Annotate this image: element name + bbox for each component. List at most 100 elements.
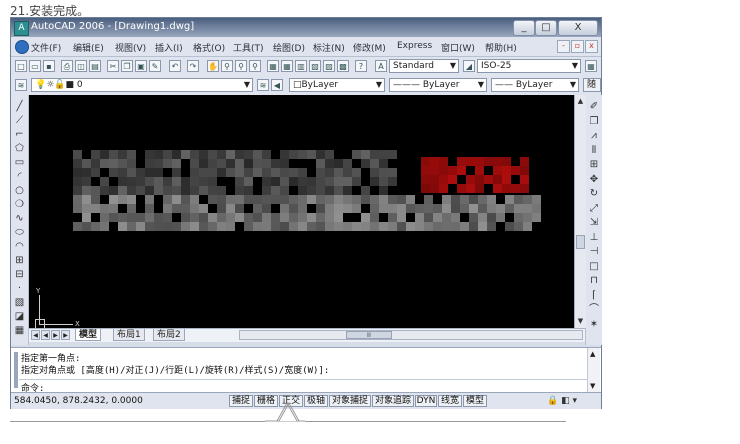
sheet-set-icon[interactable]: ▧ — [309, 60, 321, 72]
snap-toggle[interactable]: 捕捉 — [229, 395, 253, 407]
menu-express[interactable]: Express — [397, 41, 432, 51]
make-current-layer-icon[interactable]: ≋ — [257, 79, 269, 91]
menu-format[interactable]: 格式(O) — [193, 41, 225, 54]
arc-icon[interactable]: ◜ — [13, 171, 26, 182]
new-file-icon[interactable]: □ — [15, 60, 27, 72]
break-icon[interactable]: □ — [588, 261, 600, 272]
plot-style-select[interactable]: 随颜色 — [583, 78, 601, 92]
table-icon[interactable]: ▦ — [13, 325, 26, 336]
rotate-icon[interactable]: ↻ — [588, 188, 600, 199]
chamfer-icon[interactable]: ⌈ — [588, 290, 600, 301]
first-tab-icon[interactable]: ◀ — [31, 330, 40, 340]
title-bar[interactable]: A AutoCAD 2006 - [Drawing1.dwg] _ □ X — [11, 18, 601, 37]
save-icon[interactable]: ▪ — [43, 60, 55, 72]
dyn-toggle[interactable]: DYN — [415, 395, 437, 407]
extend-icon[interactable]: ⊣ — [588, 246, 600, 257]
ellipse-arc-icon[interactable]: ◠ — [13, 241, 26, 252]
doc-minimize-button[interactable]: - — [557, 40, 570, 53]
minimize-button[interactable]: _ — [513, 20, 535, 36]
scroll-up-icon[interactable]: ▲ — [590, 350, 595, 358]
next-tab-icon[interactable]: ▶ — [51, 330, 60, 340]
scroll-down-icon[interactable]: ▼ — [576, 317, 585, 325]
layer-manager-icon[interactable]: ≋ — [15, 79, 27, 91]
paste-icon[interactable]: ▣ — [135, 60, 147, 72]
menu-file[interactable]: 文件(F) — [31, 41, 61, 54]
otrack-toggle[interactable]: 对象追踪 — [372, 395, 414, 407]
menu-dimension[interactable]: 标注(N) — [313, 41, 345, 54]
hatch-icon[interactable]: ▧ — [13, 297, 26, 308]
redo-icon[interactable]: ↷ — [187, 60, 199, 72]
osnap-toggle[interactable]: 对象捕捉 — [329, 395, 371, 407]
plot-icon[interactable]: ⎙ — [61, 60, 73, 72]
fillet-icon[interactable]: ⌒ — [588, 304, 600, 315]
join-icon[interactable]: ⊓ — [588, 275, 600, 286]
explode-icon[interactable]: ✶ — [588, 319, 600, 330]
polar-toggle[interactable]: 极轴 — [304, 395, 328, 407]
menu-draw[interactable]: 绘图(D) — [273, 41, 305, 54]
move-icon[interactable]: ✥ — [588, 174, 600, 185]
command-window-grip[interactable] — [14, 352, 18, 388]
open-file-icon[interactable]: ▭ — [29, 60, 41, 72]
markup-icon[interactable]: ▨ — [323, 60, 335, 72]
polygon-icon[interactable]: ⬠ — [13, 143, 26, 154]
menu-view[interactable]: 视图(V) — [115, 41, 146, 54]
lineweight-select[interactable]: —— ByLayer ▼ — [491, 78, 579, 92]
menu-edit[interactable]: 编辑(E) — [73, 41, 104, 54]
text-style-select[interactable]: Standard ▼ — [389, 59, 459, 73]
linetype-select[interactable]: ——— ByLayer ▼ — [389, 78, 487, 92]
stretch-icon[interactable]: ⇲ — [588, 217, 600, 228]
pan-icon[interactable]: ✋ — [207, 60, 219, 72]
array-icon[interactable]: ⊞ — [588, 159, 600, 170]
calculator-icon[interactable]: ▩ — [337, 60, 349, 72]
lock-icon[interactable]: 🔒 — [547, 396, 558, 406]
line-icon[interactable]: ╱ — [13, 101, 26, 112]
publish-icon[interactable]: ▤ — [89, 60, 101, 72]
horizontal-scrollbar[interactable]: Ⅲ — [239, 330, 583, 340]
maximize-button[interactable]: □ — [535, 20, 557, 36]
table-style-icon[interactable]: ▦ — [585, 60, 597, 72]
match-properties-icon[interactable]: ✎ — [149, 60, 161, 72]
vertical-scrollbar[interactable]: ▲ ▼ — [574, 95, 586, 328]
close-button[interactable]: X — [558, 20, 598, 36]
prev-tab-icon[interactable]: ◀ — [41, 330, 50, 340]
copy-clip-icon[interactable]: ❐ — [121, 60, 133, 72]
design-center-icon[interactable]: ▦ — [281, 60, 293, 72]
make-block-icon[interactable]: ⊟ — [13, 269, 26, 280]
menu-help[interactable]: 帮助(H) — [485, 41, 517, 54]
revision-cloud-icon[interactable]: ❍ — [13, 199, 26, 210]
horizontal-scroll-thumb[interactable]: Ⅲ — [346, 331, 392, 339]
trim-icon[interactable]: ⊥ — [588, 232, 600, 243]
region-icon[interactable]: ◪ — [13, 311, 26, 322]
text-style-icon[interactable]: A — [375, 60, 387, 72]
tab-model[interactable]: 模型 — [75, 329, 102, 341]
offset-icon[interactable]: ⫴ — [588, 145, 600, 156]
zoom-window-icon[interactable]: ⚲ — [235, 60, 247, 72]
tool-palettes-icon[interactable]: ▥ — [295, 60, 307, 72]
zoom-previous-icon[interactable]: ⚲ — [249, 60, 261, 72]
menu-modify[interactable]: 修改(M) — [353, 41, 386, 54]
dim-style-icon[interactable]: ◢ — [463, 60, 475, 72]
lineweight-toggle[interactable]: 线宽 — [438, 395, 462, 407]
dim-style-select[interactable]: ISO-25 ▼ — [477, 59, 581, 73]
ellipse-icon[interactable]: ⬭ — [13, 227, 26, 238]
polyline-icon[interactable]: ⌐ — [13, 129, 26, 140]
scroll-down-icon[interactable]: ▼ — [590, 382, 595, 390]
properties-icon[interactable]: ▦ — [267, 60, 279, 72]
model-toggle[interactable]: 模型 — [463, 395, 487, 407]
zoom-realtime-icon[interactable]: ⚲ — [221, 60, 233, 72]
communication-center-icon[interactable]: ◧ — [561, 396, 570, 406]
tab-layout1[interactable]: 布局1 — [113, 329, 145, 341]
tab-layout2[interactable]: 布局2 — [153, 329, 185, 341]
color-select[interactable]: □ByLayer ▼ — [289, 78, 385, 92]
doc-restore-button[interactable]: ▫ — [571, 40, 584, 53]
menu-insert[interactable]: 插入(I) — [155, 41, 183, 54]
vertical-scroll-thumb[interactable] — [576, 235, 585, 249]
drawing-canvas[interactable]: Y X — [29, 95, 574, 328]
rectangle-icon[interactable]: ▭ — [13, 157, 26, 168]
layer-previous-icon[interactable]: ◀ — [271, 79, 283, 91]
cut-icon[interactable]: ✂ — [107, 60, 119, 72]
doc-close-button[interactable]: x — [585, 40, 598, 53]
command-scrollbar[interactable]: ▲ ▼ — [587, 348, 600, 392]
construction-line-icon[interactable]: ⟋ — [13, 115, 26, 126]
erase-icon[interactable]: ✐ — [588, 101, 600, 112]
